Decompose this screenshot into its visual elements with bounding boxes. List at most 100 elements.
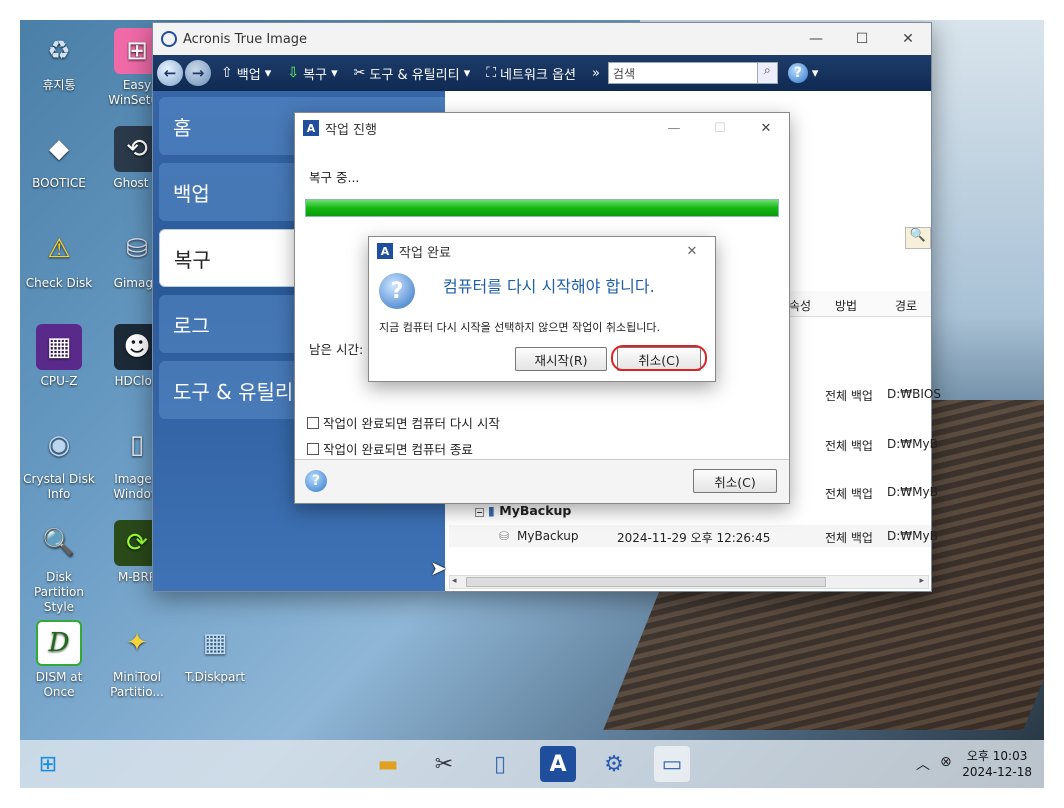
progress-dialog-titlebar[interactable]: A 작업 진행 — ☐ ✕ [295,113,789,143]
desktop-icon-label: T.Diskpart [184,670,246,684]
minimize-button[interactable]: — [793,31,839,47]
checkbox-label: 작업이 완료되면 컴퓨터 다시 시작 [323,416,500,431]
close-button[interactable]: ✕ [743,121,789,136]
table-cell-method: 전체 백업 [825,439,873,453]
desktop-icon-label: Disk Partition Style [33,570,84,614]
complete-dialog-titlebar[interactable]: A 작업 완료 ✕ [369,237,715,265]
more-button[interactable]: » [592,66,600,81]
checkbox-box[interactable] [307,442,319,455]
desktop-icon-disk-partition[interactable]: 🔍 Disk Partition Style [20,520,98,615]
dism-icon: D [36,620,82,666]
collapse-icon[interactable]: − [475,508,484,517]
network-options[interactable]: ⛶ 네트워크 옵션 [486,64,576,83]
active-window-icon[interactable]: ▭ [654,746,690,782]
scroll-right-icon[interactable]: ▸ [919,576,924,586]
desktop-icon-minitool[interactable]: ✦ MiniTool Partitio... [98,620,176,700]
close-button[interactable]: ✕ [885,31,931,47]
minitool-icon: ✦ [126,627,148,658]
search-input[interactable]: 검색 ⌕ [607,62,778,84]
help-dropdown-icon[interactable]: ▾ [812,66,819,81]
minimize-button[interactable]: — [651,121,697,136]
forward-button[interactable]: → [185,60,211,86]
network-icon: ⛶ [486,65,497,81]
progress-bar [305,199,779,217]
desktop-icon-label: Crystal Disk Info [23,472,95,501]
archive-icon: ⛁ [499,529,510,543]
cancel-button[interactable]: 취소(C) [693,469,777,493]
restore-icon: ⇩ [287,65,300,81]
group-label: MyBackup [499,503,572,518]
table-cell-path: D:₩MyB [887,485,938,499]
taskbar: ⊞ ▬ ✂ ▯ A ⚙ ▭ ︿ ⊗ 오후 10:03 2024-12-18 [20,740,1044,788]
checkbox-box[interactable] [307,416,319,429]
clock-date: 2024-12-18 [962,765,1032,779]
desktop-icon-bootice[interactable]: ◆ BOOTICE [20,126,98,191]
crystal-disk-icon: ◉ [47,429,71,460]
diskpart-icon: ▦ [202,627,228,658]
dialog-heading: 컴퓨터를 다시 시작해야 합니다. [443,277,655,296]
desktop-icon-diskpart[interactable]: ▦ T.Diskpart [176,620,254,685]
desktop-icon-crystal-disk[interactable]: ◉ Crystal Disk Info [20,422,98,502]
table-row[interactable]: ⛁ MyBackup 2024-11-29 오후 12:26:45 전체 백업 … [449,525,938,547]
tools-icon: ✂ [353,65,366,81]
restore-menu[interactable]: ⇩ 복구 ▾ [287,64,337,83]
backup-icon: ⇧ [221,65,233,81]
system-tool-icon[interactable]: ▯ [482,746,518,782]
check-disk-icon: ⚠ [47,233,71,264]
desktop-icon-label: BOOTICE [32,176,86,190]
checkbox-label: 작업이 완료되면 컴퓨터 종료 [323,442,473,457]
restart-checkbox[interactable]: 작업이 완료되면 컴퓨터 다시 시작 [307,413,500,432]
network-status-icon[interactable]: ⊗ [940,754,952,770]
table-cell-date: 2024-11-29 오후 12:26:45 [617,531,771,545]
table-cell-method: 전체 백업 [825,531,873,545]
desktop-icon-label: DISM at Once [35,670,83,699]
close-button[interactable]: ✕ [669,244,715,259]
clock-time: 오후 10:03 [966,749,1028,763]
column-header-method[interactable]: 방법 [835,297,857,314]
tree-group-mybackup[interactable]: − ▮ MyBackup [475,503,571,518]
help-icon[interactable]: ? [787,63,808,83]
scroll-left-icon[interactable]: ◂ [452,576,457,586]
search-placeholder: 검색 [612,66,636,81]
desktop-icon-cpu-z[interactable]: ▦ CPU-Z [20,324,98,389]
horizontal-scrollbar[interactable]: ◂ ▸ [449,575,929,589]
system-clock[interactable]: 오후 10:03 2024-12-18 [962,748,1032,780]
column-header-path[interactable]: 경로 [895,297,917,314]
desktop-icon-label: MiniTool Partitio... [110,670,164,699]
settings-tool-icon[interactable]: ⚙ [596,746,632,782]
backup-menu[interactable]: ⇧ 백업 ▾ [221,64,271,83]
column-header-attribute[interactable]: 속성 [789,297,811,314]
scroll-thumb[interactable] [466,577,826,587]
help-icon[interactable]: ? [305,470,327,492]
task-complete-dialog: A 작업 완료 ✕ ? 컴퓨터를 다시 시작해야 합니다. 지금 컴퓨터 다시 … [368,236,716,382]
tools-menu[interactable]: ✂ 도구 & 유틸리티 ▾ [354,64,471,83]
back-button[interactable]: ← [157,60,183,86]
mouse-cursor-icon: ➤ [430,556,447,580]
desktop-icon-check-disk[interactable]: ⚠ Check Disk [20,226,98,291]
maximize-button[interactable]: ☐ [839,31,885,47]
highlight-circle [611,345,707,371]
acronis-taskbar-icon[interactable]: A [540,746,576,782]
desktop-icon-recycle-bin[interactable]: ♻ 휴지통 [20,28,98,93]
screenshot-tool-icon[interactable]: ✂ [426,746,462,782]
question-icon: ? [379,273,415,309]
search-icon[interactable]: ⌕ [756,63,777,83]
desktop-icon-dism[interactable]: D DISM at Once [20,620,98,700]
shutdown-checkbox[interactable]: 작업이 완료되면 컴퓨터 종료 [307,439,473,458]
desktop-icon-label: Check Disk [25,276,93,290]
backup-menu-label: 백업 [236,67,261,83]
table-cell-path: D:₩MyB [887,529,938,543]
search-archive-icon[interactable]: 🔍 [905,227,931,249]
desktop: ♻ 휴지통 ⊞ Easy WinSetup ◆ BOOTICE ⟲ Ghost … [20,20,1044,788]
start-button[interactable]: ⊞ [30,746,66,782]
tray-chevron-icon[interactable]: ︿ [916,754,930,774]
restore-menu-label: 복구 [303,67,327,83]
file-explorer-icon[interactable]: ▬ [370,746,406,782]
table-cell-method: 전체 백업 [825,389,873,403]
restart-button[interactable]: 재시작(R) [515,347,607,371]
bootice-icon: ◆ [49,133,69,164]
desktop-icon-label: M-BRP [117,570,157,584]
tools-menu-label: 도구 & 유틸리티 [369,67,460,83]
recycle-bin-icon: ♻ [47,35,71,66]
acronis-titlebar[interactable]: Acronis True Image — ☐ ✕ [153,23,931,55]
